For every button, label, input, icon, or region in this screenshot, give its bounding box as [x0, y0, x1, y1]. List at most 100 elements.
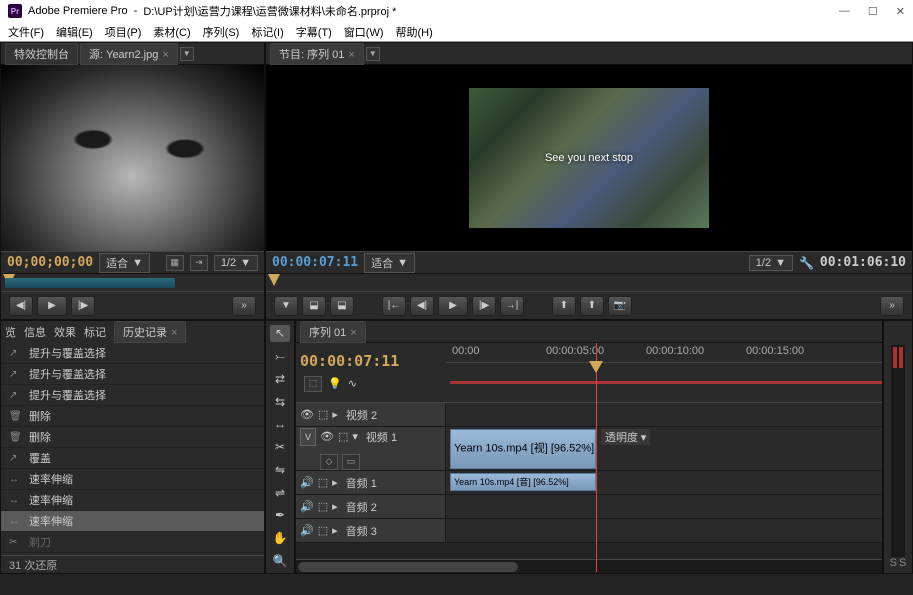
tab-program[interactable]: 节目: 序列 01×	[270, 43, 364, 65]
history-item[interactable]: ↔速率伸缩	[1, 490, 264, 511]
program-timecode[interactable]: 00:00:07:11	[272, 255, 358, 270]
history-item[interactable]: ↔速率伸缩	[1, 469, 264, 490]
lock-icon[interactable]: ⬚	[318, 500, 328, 513]
lock-icon[interactable]: ⬚	[318, 476, 328, 489]
timeline-timecode[interactable]: 00:00:07:11	[300, 352, 442, 370]
speaker-icon[interactable]: 🔊	[300, 500, 314, 513]
snap-icon[interactable]: ⬚	[304, 376, 322, 392]
close-icon[interactable]: ×	[348, 49, 354, 61]
step-back-button[interactable]: ◀|	[410, 296, 434, 316]
selection-tool[interactable]: ↖	[270, 325, 290, 342]
extract-button[interactable]: ⬆	[580, 296, 604, 316]
more-button[interactable]: »	[232, 296, 256, 316]
timeline-scrollbar[interactable]	[296, 559, 882, 573]
history-item[interactable]: 🗑删除	[1, 406, 264, 427]
program-zoom-dropdown[interactable]: 1/2▼	[749, 255, 793, 271]
history-item[interactable]: ↗覆盖	[1, 448, 264, 469]
rolling-tool[interactable]: ⇆	[270, 393, 290, 410]
history-item[interactable]: ↗提升与覆盖选择	[1, 343, 264, 364]
slide-tool[interactable]: ⇌	[270, 484, 290, 501]
goto-out-button[interactable]: →|	[500, 296, 524, 316]
timeline-ruler[interactable]: 00:00 00:00:05:00 00:00:10:00 00:00:15:0…	[446, 343, 882, 402]
lock-icon[interactable]: ⬚	[318, 524, 328, 537]
minimize-button[interactable]: —	[839, 5, 850, 18]
marker-button[interactable]: ▼	[274, 296, 298, 316]
v1-target[interactable]: V	[300, 428, 316, 446]
rate-stretch-tool[interactable]: ↔	[270, 416, 290, 433]
source-timecode[interactable]: 00;00;00;00	[7, 255, 93, 270]
close-icon[interactable]: ×	[171, 327, 177, 339]
menu-marker[interactable]: 标记(I)	[251, 24, 283, 40]
history-item[interactable]: ✂剃刀	[1, 532, 264, 553]
program-fit-dropdown[interactable]: 适合▼	[364, 253, 415, 273]
step-back-button[interactable]: ◀|	[9, 296, 33, 316]
source-monitor[interactable]	[1, 65, 264, 251]
in-point-button[interactable]: ⬓	[302, 296, 326, 316]
menu-help[interactable]: 帮助(H)	[396, 24, 433, 40]
eye-icon[interactable]: 👁	[320, 430, 334, 443]
slip-tool[interactable]: ⇋	[270, 461, 290, 478]
tab-overview[interactable]: 览	[5, 324, 16, 340]
menu-window[interactable]: 窗口(W)	[344, 24, 384, 40]
source-zoom-dropdown[interactable]: 1/2▼	[214, 255, 258, 271]
tab-effects-control[interactable]: 特效控制台	[5, 43, 78, 65]
tab-info[interactable]: 信息	[24, 324, 46, 340]
menu-title[interactable]: 字幕(T)	[296, 24, 332, 40]
speaker-icon[interactable]: 🔊	[300, 524, 314, 537]
keyframe-icon[interactable]: ◇	[320, 454, 338, 470]
eye-icon[interactable]: 👁	[300, 408, 314, 421]
track-select-tool[interactable]: ⤚	[270, 348, 290, 365]
audio-clip[interactable]: Yearn 10s.mp4 [音] [96.52%]	[450, 473, 596, 491]
history-item[interactable]: ↔速率伸缩	[1, 511, 264, 532]
out-point-button[interactable]: ⬓	[330, 296, 354, 316]
lock-icon[interactable]: ⬚	[338, 430, 348, 443]
tab-effects[interactable]: 效果	[54, 324, 76, 340]
menu-clip[interactable]: 素材(C)	[153, 24, 190, 40]
opacity-label[interactable]: 透明度 ▾	[601, 429, 650, 445]
tab-history[interactable]: 历史记录×	[114, 321, 186, 343]
tabs-dropdown[interactable]: ▼	[180, 47, 194, 61]
wrench-icon[interactable]: 🔧	[799, 256, 814, 270]
program-monitor[interactable]: See you next stop	[266, 65, 912, 251]
razor-tool[interactable]: ✂	[270, 439, 290, 456]
step-fwd-button[interactable]: |▶	[71, 296, 95, 316]
pen-tool[interactable]: ✒	[270, 507, 290, 524]
menu-sequence[interactable]: 序列(S)	[203, 24, 240, 40]
close-icon[interactable]: ×	[350, 327, 356, 339]
scroll-thumb[interactable]	[298, 562, 518, 572]
source-ruler[interactable]	[1, 273, 264, 291]
tab-sequence[interactable]: 序列 01×	[300, 321, 366, 343]
link-icon[interactable]: ∿	[348, 377, 357, 390]
lock-icon[interactable]: ⬚	[318, 408, 328, 421]
playhead-line[interactable]	[596, 343, 597, 572]
menu-file[interactable]: 文件(F)	[8, 24, 44, 40]
play-button[interactable]: ▶	[438, 296, 468, 316]
tab-source[interactable]: 源: Yearn2.jpg×	[80, 43, 178, 65]
history-item[interactable]: ↗提升与覆盖选择	[1, 364, 264, 385]
more-button[interactable]: »	[880, 296, 904, 316]
playhead-icon[interactable]	[589, 361, 603, 373]
ripple-tool[interactable]: ⇄	[270, 370, 290, 387]
settings-icon[interactable]: ▦	[166, 255, 184, 271]
play-button[interactable]: ▶	[37, 296, 67, 316]
tabs-dropdown[interactable]: ▼	[366, 47, 380, 61]
marker-icon[interactable]: 💡	[328, 377, 342, 390]
history-item[interactable]: ↗提升与覆盖选择	[1, 385, 264, 406]
playhead-icon[interactable]	[268, 274, 280, 286]
hand-tool[interactable]: ✋	[270, 530, 290, 547]
step-fwd-button[interactable]: |▶	[472, 296, 496, 316]
goto-in-button[interactable]: |←	[382, 296, 406, 316]
history-item[interactable]: 🗑删除	[1, 427, 264, 448]
zoom-tool[interactable]: 🔍	[270, 552, 290, 569]
source-fit-dropdown[interactable]: 适合▼	[99, 253, 150, 273]
lift-button[interactable]: ⬆	[552, 296, 576, 316]
menu-edit[interactable]: 编辑(E)	[56, 24, 93, 40]
close-icon[interactable]: ×	[162, 49, 168, 61]
program-ruler[interactable]	[266, 273, 912, 291]
maximize-button[interactable]: ☐	[868, 5, 878, 18]
menu-project[interactable]: 项目(P)	[105, 24, 142, 40]
tab-markers[interactable]: 标记	[84, 324, 106, 340]
video-clip[interactable]: Yearn 10s.mp4 [视] [96.52%]	[450, 429, 596, 469]
close-button[interactable]: ✕	[896, 5, 905, 18]
speaker-icon[interactable]: 🔊	[300, 476, 314, 489]
